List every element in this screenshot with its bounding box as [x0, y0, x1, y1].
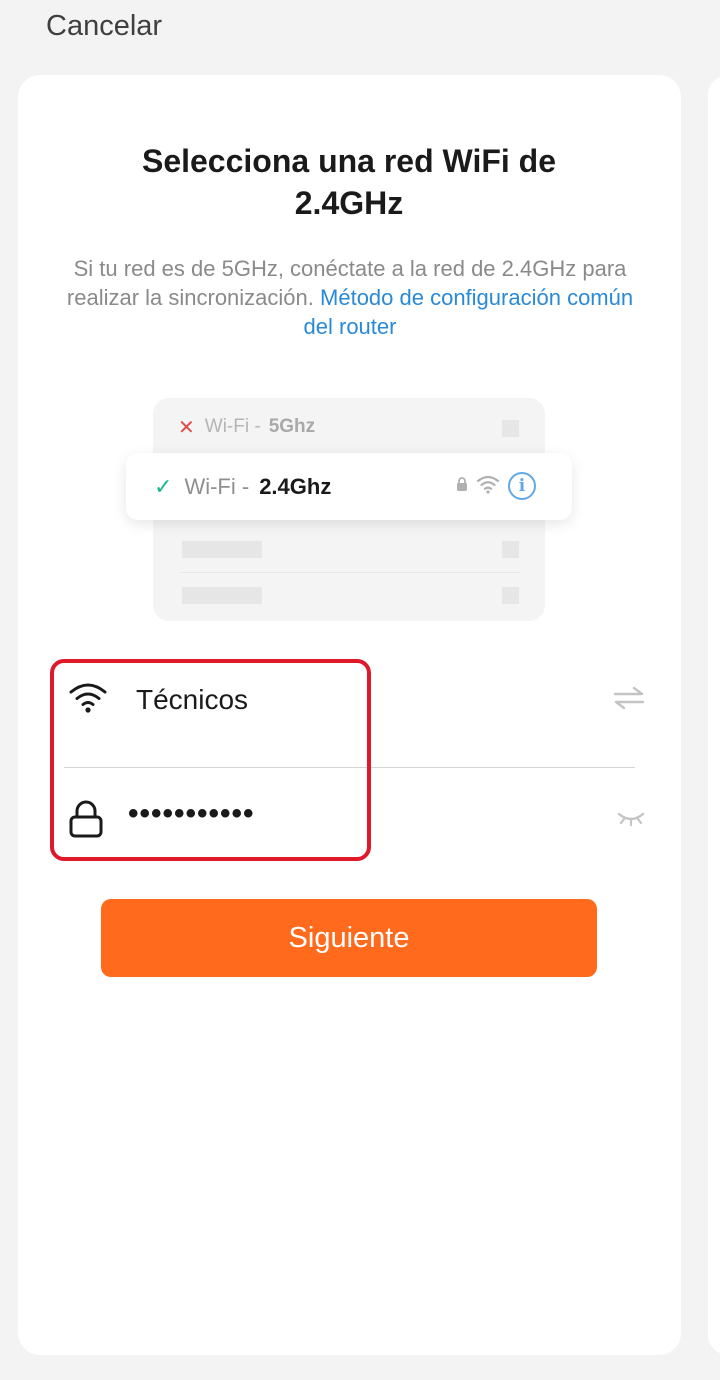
wifi-24g-band: 2.4Ghz — [259, 474, 332, 499]
page-title: Selecciona una red WiFi de 2.4GHz — [0, 140, 698, 224]
ssid-input[interactable]: Técnicos — [136, 684, 248, 716]
check-icon: ✓ — [154, 474, 173, 499]
eye-closed-icon[interactable] — [616, 810, 646, 833]
wifi-icon — [68, 681, 108, 720]
page-title-line-1: Selecciona una red WiFi de — [141, 143, 557, 179]
swap-arrows-icon[interactable] — [612, 686, 646, 715]
close-icon: ✕ — [178, 416, 195, 439]
placeholder-square — [502, 420, 519, 437]
page-title-line-2: 2.4GHz — [294, 185, 404, 221]
wifi-24g-prefix: Wi-Fi - — [184, 474, 250, 499]
wifi-5g-prefix: Wi-Fi - — [204, 416, 261, 437]
cancel-button[interactable]: Cancelar — [46, 10, 162, 43]
placeholder-bar — [182, 587, 262, 604]
wifi-icon — [476, 474, 500, 499]
info-icon: i — [508, 472, 536, 500]
placeholder-square — [502, 587, 519, 604]
placeholder-square — [502, 541, 519, 558]
next-button[interactable]: Siguiente — [101, 899, 597, 977]
lock-icon — [68, 799, 104, 844]
field-divider — [64, 767, 635, 768]
wifi-24g-icons: i — [456, 472, 536, 500]
wifi-5g-row: ✕ Wi-Fi - 5Ghz — [178, 412, 315, 442]
placeholder-bar — [182, 541, 262, 558]
description: Si tu red es de 5GHz, conéctate a la red… — [60, 254, 640, 341]
wifi-5g-band: 5Ghz — [268, 416, 316, 437]
password-input[interactable]: ••••••••••• — [128, 797, 255, 831]
adjacent-card-edge — [708, 75, 720, 1355]
router-config-link[interactable]: Método de configuración común del router — [304, 285, 634, 339]
lock-icon — [456, 476, 468, 496]
illustration-divider — [180, 572, 520, 573]
password-field[interactable]: ••••••••••• — [64, 793, 646, 849]
wifi-24g-row: ✓ Wi-Fi - 2.4Ghz — [154, 470, 331, 504]
ssid-field[interactable]: Técnicos — [64, 670, 646, 730]
